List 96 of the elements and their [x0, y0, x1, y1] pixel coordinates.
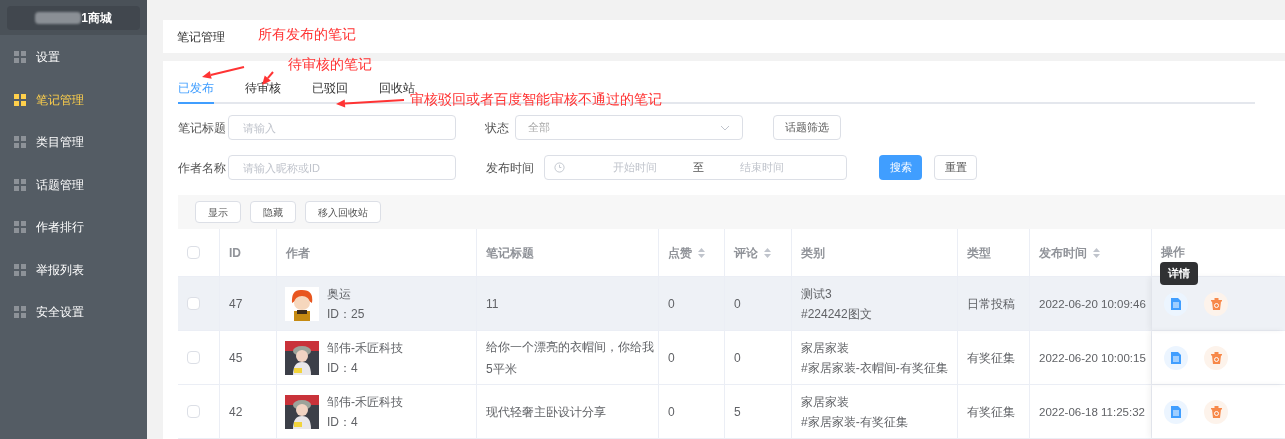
grid-icon: [14, 136, 26, 149]
annotation-text: 审核驳回或者百度智能审核不通过的笔记: [410, 92, 662, 106]
checkbox[interactable]: [187, 246, 200, 259]
table-cell-text: 47: [229, 295, 243, 313]
column-header: 类型: [967, 244, 991, 262]
table-cell-text: 日常投稿: [967, 295, 1015, 313]
column-header: 类别: [801, 244, 825, 262]
document-icon: [1171, 405, 1181, 418]
menu-item[interactable]: 举报列表: [0, 248, 147, 291]
column-header: 操作: [1161, 244, 1185, 261]
clock-icon: [554, 162, 565, 173]
table-row[interactable]: 42 邹伟-禾匠科技 ID：4 现代轻奢主卧设计分享 0 5 家居家装 #家居家装-有奖征集 有奖征集 2022-06-18 11:25:32: [178, 385, 1285, 439]
trash-icon: [1210, 351, 1222, 364]
table-cell-text: 2022-06-20 10:00:15: [1039, 350, 1146, 366]
trash-icon: [1210, 405, 1222, 418]
table-cell-text: 0: [668, 349, 675, 367]
grid-icon: [14, 263, 26, 276]
grid-icon: [14, 306, 26, 319]
table-cell-text: 5: [734, 403, 741, 421]
trash-icon: [1210, 297, 1222, 310]
author-name: 邹伟-禾匠科技: [327, 339, 403, 357]
sort-icon[interactable]: [698, 247, 705, 258]
table-cell-text: 0: [668, 403, 675, 421]
table-cell-text: 有奖征集: [967, 403, 1015, 421]
table-cell-text: 0: [734, 295, 741, 313]
document-icon: [1171, 297, 1181, 310]
menu-item[interactable]: 设置: [0, 36, 147, 79]
page-title: 笔记管理: [177, 28, 225, 46]
checkbox[interactable]: [187, 297, 200, 310]
menu-item[interactable]: 话题管理: [0, 163, 147, 206]
category-name: 测试3: [801, 285, 833, 303]
table-cell-text: 2022-06-18 11:25:32: [1039, 404, 1145, 420]
tooltip: 详情: [1160, 262, 1198, 285]
table-cell-text: 2022-06-20 10:09:46: [1039, 296, 1146, 312]
blurred-text: [35, 11, 82, 24]
field-label: 发布时间: [486, 159, 535, 177]
checkbox[interactable]: [187, 351, 200, 364]
table-cell-text: 给你一个漂亮的衣帽间，你给我5平米: [486, 338, 654, 378]
details-button[interactable]: [1164, 345, 1188, 370]
app-title: 1商城: [81, 9, 112, 27]
topic-tag: #家居家装-衣帽间-有奖征集: [801, 357, 948, 378]
author-id: ID：4: [327, 359, 359, 377]
field-label: 状态: [485, 119, 510, 137]
field-label: 笔记标题: [178, 119, 227, 137]
annotation-text: 所有发布的笔记: [258, 27, 356, 41]
action-button[interactable]: 显示: [195, 201, 241, 223]
annotation-arrow: [336, 99, 405, 108]
author-name: 奥运: [327, 285, 352, 303]
reset-button[interactable]: 重置: [934, 155, 977, 180]
sort-icon[interactable]: [1093, 247, 1100, 258]
topic-filter-button[interactable]: 话题筛选: [773, 115, 841, 140]
table-cell-text: 45: [229, 349, 243, 367]
document-icon: [1171, 351, 1181, 364]
sort-icon[interactable]: [764, 247, 771, 258]
category-name: 家居家装: [801, 339, 850, 357]
tab[interactable]: 已驳回: [312, 79, 348, 104]
column-header: 点赞: [668, 244, 692, 262]
tab[interactable]: 待审核: [245, 79, 281, 104]
chevron-down-icon: [720, 124, 730, 131]
table-cell-text: 0: [734, 349, 741, 367]
author-id: ID：25: [327, 305, 365, 323]
grid-icon: [14, 51, 26, 64]
checkbox[interactable]: [187, 405, 200, 418]
action-button[interactable]: 隐藏: [250, 201, 296, 223]
delete-button[interactable]: [1204, 345, 1228, 370]
author-id: ID：4: [327, 413, 359, 431]
menu-item[interactable]: 安全设置: [0, 291, 147, 334]
table-cell-text: 11: [486, 295, 499, 313]
table-cell-text: 0: [668, 295, 675, 313]
topic-tag: #224242图文: [801, 303, 872, 324]
menu-item[interactable]: 笔记管理: [0, 78, 147, 121]
category-name: 家居家装: [801, 393, 850, 411]
action-button[interactable]: 移入回收站: [305, 201, 381, 223]
details-button[interactable]: [1164, 399, 1188, 424]
table-row[interactable]: 45 邹伟-禾匠科技 ID：4 给你一个漂亮的衣帽间，你给我5平米 0 0 家居家装 #家居家装-衣帽间-有奖征集 有奖征集 2022-06-20 10:00:15: [178, 331, 1285, 385]
field-label: 作者名称: [178, 159, 227, 177]
column-header: 评论: [734, 244, 758, 262]
column-header: ID: [229, 244, 241, 262]
table-cell-text: 现代轻奢主卧设计分享: [486, 403, 606, 421]
grid-icon: [14, 221, 26, 234]
grid-icon: [14, 178, 26, 191]
annotation-arrow: [202, 66, 245, 79]
grid-icon: [14, 93, 26, 106]
details-button[interactable]: [1164, 291, 1188, 316]
topic-tag: #家居家装-有奖征集: [801, 411, 908, 432]
table-cell-text: 有奖征集: [967, 349, 1015, 367]
column-header: 发布时间: [1039, 244, 1087, 262]
column-header: 笔记标题: [486, 244, 534, 262]
delete-button[interactable]: [1204, 291, 1228, 316]
menu-item[interactable]: 作者排行: [0, 206, 147, 249]
menu-item[interactable]: 类目管理: [0, 121, 147, 164]
author-name: 邹伟-禾匠科技: [327, 393, 403, 411]
annotation-text: 待审核的笔记: [288, 57, 372, 71]
table-cell-text: 42: [229, 403, 243, 421]
delete-button[interactable]: [1204, 399, 1228, 424]
column-header: 作者: [286, 244, 310, 262]
